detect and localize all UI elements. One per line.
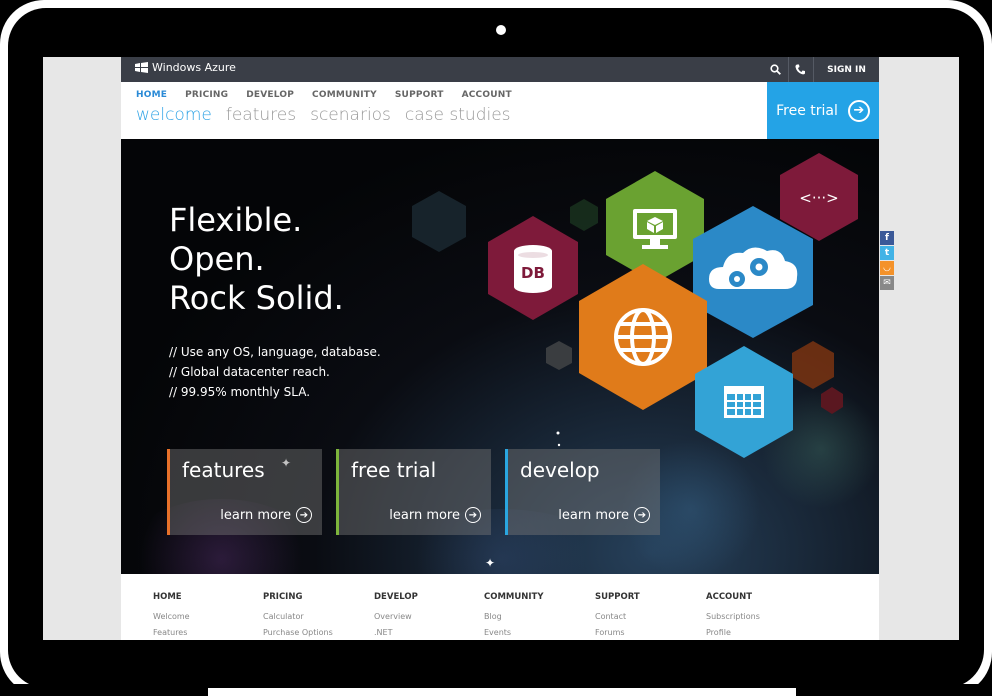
share-bar: f t ◡ ✉ bbox=[880, 231, 894, 291]
phone-button[interactable] bbox=[788, 57, 811, 82]
learn-more-label: learn more bbox=[558, 507, 629, 523]
hero-bullets: // Use any OS, language, database. // Gl… bbox=[169, 342, 381, 402]
arrow-right-icon: ➔ bbox=[847, 99, 870, 122]
nav-support[interactable]: SUPPORT bbox=[395, 90, 444, 100]
tile-title: develop bbox=[520, 458, 600, 482]
footer-link[interactable]: Purchase Options bbox=[263, 628, 333, 637]
phone-icon bbox=[795, 64, 805, 75]
arrow-right-icon: ➔ bbox=[296, 507, 312, 523]
footer-heading[interactable]: COMMUNITY bbox=[484, 592, 544, 602]
site-footer: HOME Welcome Features PRICING Calculator… bbox=[121, 574, 879, 640]
learn-more-label: learn more bbox=[389, 507, 460, 523]
footer-link[interactable]: Subscriptions bbox=[706, 612, 760, 621]
table-icon bbox=[724, 386, 764, 418]
arrow-right-icon: ➔ bbox=[465, 507, 481, 523]
nav-account[interactable]: ACCOUNT bbox=[462, 90, 512, 100]
learn-more-link[interactable]: learn more ➔ bbox=[389, 507, 481, 523]
twitter-icon[interactable]: t bbox=[880, 246, 894, 260]
sparkle-dot bbox=[557, 443, 561, 447]
windows-flag-icon bbox=[135, 62, 148, 73]
search-button[interactable] bbox=[764, 57, 787, 82]
logo-text: Windows Azure bbox=[152, 61, 236, 74]
footer-link[interactable]: Profile bbox=[706, 628, 760, 637]
faint-hex bbox=[570, 199, 598, 231]
website: Windows Azure SIGN IN HOME PRICING DEVEL… bbox=[121, 57, 879, 640]
tile-develop[interactable]: develop learn more ➔ bbox=[505, 449, 660, 535]
nav-pricing[interactable]: PRICING bbox=[185, 90, 228, 100]
free-trial-button[interactable]: Free trial ➔ bbox=[767, 82, 879, 139]
faint-hex bbox=[546, 341, 572, 370]
camera-dot bbox=[496, 25, 506, 35]
stand-gap-right bbox=[796, 684, 992, 696]
bullet-line: // Global datacenter reach. bbox=[169, 365, 330, 379]
tile-features[interactable]: features learn more ➔ bbox=[167, 449, 322, 535]
footer-heading[interactable]: DEVELOP bbox=[374, 592, 418, 602]
footer-col-home: HOME Welcome Features bbox=[153, 592, 190, 640]
footer-heading[interactable]: ACCOUNT bbox=[706, 592, 760, 602]
faint-hex bbox=[412, 191, 466, 252]
footer-col-community: COMMUNITY Blog Events bbox=[484, 592, 544, 640]
subnav-scenarios[interactable]: scenarios bbox=[310, 105, 391, 125]
subnav-features[interactable]: features bbox=[226, 105, 296, 125]
tile-title: free trial bbox=[351, 458, 437, 482]
footer-link[interactable]: Overview bbox=[374, 612, 418, 621]
headline-line: Open. bbox=[169, 240, 265, 278]
facebook-icon[interactable]: f bbox=[880, 231, 894, 245]
footer-link[interactable]: Events bbox=[484, 628, 544, 637]
nav-home[interactable]: HOME bbox=[136, 90, 167, 100]
rss-icon[interactable]: ◡ bbox=[880, 261, 894, 275]
footer-col-account: ACCOUNT Subscriptions Profile bbox=[706, 592, 760, 640]
windows-azure-logo[interactable]: Windows Azure bbox=[135, 61, 236, 74]
top-bar: Windows Azure SIGN IN bbox=[121, 57, 879, 82]
footer-link[interactable]: .NET bbox=[374, 628, 418, 637]
stand-gap-left bbox=[0, 684, 208, 696]
footer-heading[interactable]: PRICING bbox=[263, 592, 333, 602]
learn-more-link[interactable]: learn more ➔ bbox=[558, 507, 650, 523]
sign-in-link[interactable]: SIGN IN bbox=[813, 57, 879, 82]
footer-col-pricing: PRICING Calculator Purchase Options bbox=[263, 592, 333, 640]
search-icon bbox=[770, 64, 781, 75]
footer-link[interactable]: Features bbox=[153, 628, 190, 637]
footer-heading[interactable]: HOME bbox=[153, 592, 190, 602]
bullet-line: // 99.95% monthly SLA. bbox=[169, 385, 311, 399]
subnav-case-studies[interactable]: case studies bbox=[405, 105, 511, 125]
bullet-line: // Use any OS, language, database. bbox=[169, 345, 381, 359]
main-nav: HOME PRICING DEVELOP COMMUNITY SUPPORT A… bbox=[136, 90, 512, 100]
footer-col-support: SUPPORT Contact Forums bbox=[595, 592, 640, 640]
faint-hex bbox=[821, 387, 843, 414]
sub-nav: welcome features scenarios case studies bbox=[136, 105, 511, 125]
sparkle-dot bbox=[556, 431, 560, 435]
footer-link[interactable]: Blog bbox=[484, 612, 544, 621]
sparkle-icon: ✦ bbox=[485, 556, 495, 570]
code-label: <···> bbox=[799, 189, 838, 207]
footer-heading[interactable]: SUPPORT bbox=[595, 592, 640, 602]
headline-line: Rock Solid. bbox=[169, 279, 344, 317]
tile-free-trial[interactable]: free trial learn more ➔ bbox=[336, 449, 491, 535]
footer-col-develop: DEVELOP Overview .NET bbox=[374, 592, 418, 640]
tile-title: features bbox=[182, 458, 265, 482]
learn-more-link[interactable]: learn more ➔ bbox=[220, 507, 312, 523]
footer-link[interactable]: Forums bbox=[595, 628, 640, 637]
footer-link[interactable]: Contact bbox=[595, 612, 640, 621]
subnav-welcome[interactable]: welcome bbox=[136, 105, 212, 125]
footer-link[interactable]: Calculator bbox=[263, 612, 333, 621]
arrow-right-icon: ➔ bbox=[634, 507, 650, 523]
hero-banner: DB <···> ✦ ✦ Flexible. Open. Rock Solid.… bbox=[121, 139, 879, 574]
free-trial-label: Free trial bbox=[776, 102, 838, 119]
nav-community[interactable]: COMMUNITY bbox=[312, 90, 377, 100]
footer-link[interactable]: Welcome bbox=[153, 612, 190, 621]
headline-line: Flexible. bbox=[169, 201, 303, 239]
nav-develop[interactable]: DEVELOP bbox=[246, 90, 294, 100]
db-label: DB bbox=[521, 264, 545, 282]
hero-headline: Flexible. Open. Rock Solid. bbox=[169, 201, 344, 318]
screen: Windows Azure SIGN IN HOME PRICING DEVEL… bbox=[43, 57, 959, 640]
faint-hex bbox=[792, 341, 834, 389]
email-icon[interactable]: ✉ bbox=[880, 276, 894, 290]
learn-more-label: learn more bbox=[220, 507, 291, 523]
